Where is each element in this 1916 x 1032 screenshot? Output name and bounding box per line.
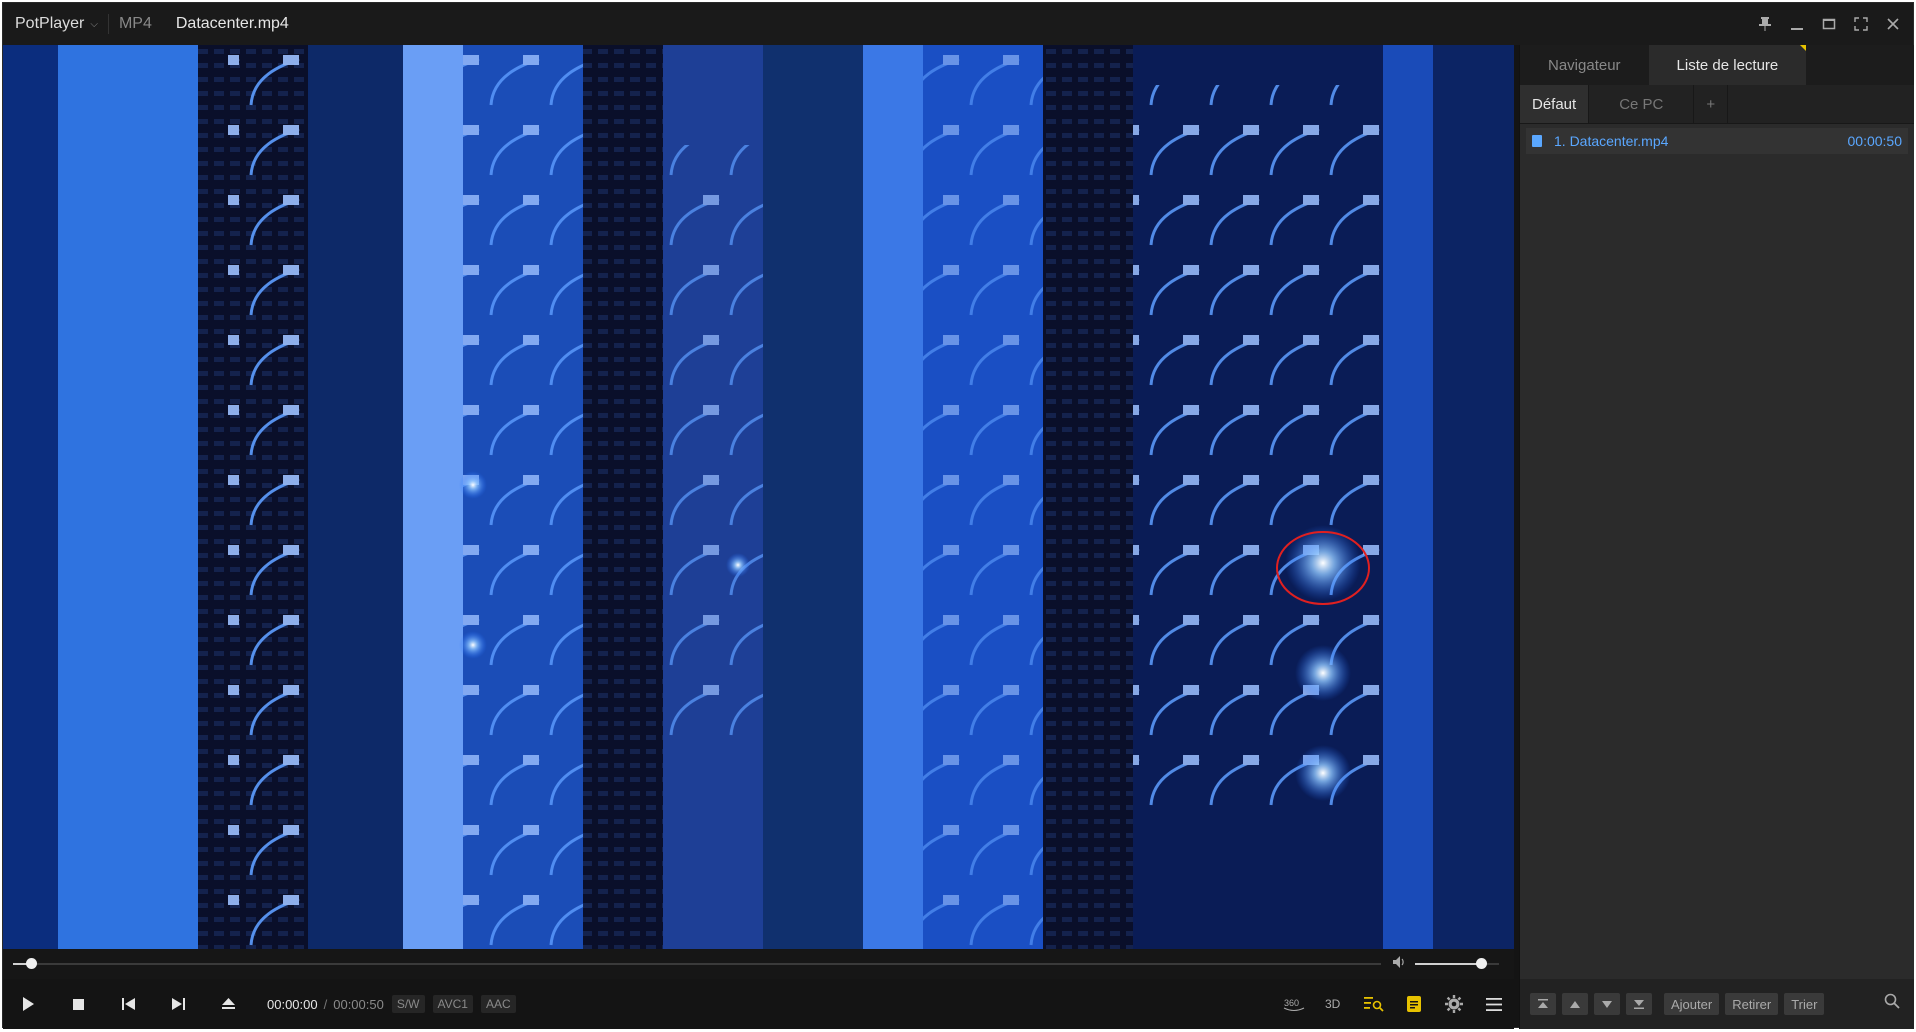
title-bar: PotPlayer ⌵ MP4 Datacenter.mp4 (3, 3, 1913, 45)
seek-handle[interactable] (25, 958, 37, 969)
volume-slider[interactable] (1415, 958, 1499, 969)
app-menu-button[interactable]: PotPlayer ⌵ (15, 15, 98, 33)
playlist-toolbar: Ajouter Retirer Trier (1520, 979, 1914, 1029)
move-up-icon[interactable] (1562, 993, 1588, 1015)
close-icon[interactable] (1883, 14, 1903, 34)
file-title: Datacenter.mp4 (175, 15, 289, 32)
format-label: MP4 (118, 15, 152, 32)
playlist-item[interactable]: 1. Datacenter.mp4 00:00:50 (1526, 128, 1908, 154)
ajouter-button[interactable]: Ajouter (1664, 993, 1720, 1015)
3d-icon[interactable]: 3D (1314, 979, 1354, 1029)
play-button[interactable] (3, 979, 53, 1029)
window-controls (1755, 3, 1903, 45)
move-down-icon[interactable] (1594, 993, 1620, 1015)
tab-navigateur[interactable]: Navigateur (1520, 45, 1649, 85)
stop-icon (72, 998, 84, 1010)
settings-gear-icon[interactable] (1434, 979, 1474, 1029)
move-bottom-icon[interactable] (1626, 993, 1652, 1015)
seek-bar-area (3, 949, 1514, 979)
volume-fill (1415, 963, 1481, 965)
app-name: PotPlayer (15, 15, 85, 32)
360-icon[interactable]: 360 (1274, 979, 1314, 1029)
volume-icon[interactable] (1393, 955, 1407, 971)
skip-forward-icon (171, 998, 185, 1010)
subtitle-icon[interactable] (1394, 979, 1434, 1029)
seek-bar[interactable] (13, 958, 1381, 969)
stop-button[interactable] (53, 979, 103, 1029)
video-frame[interactable] (3, 45, 1514, 949)
playlist-subtabs: Défaut Ce PC + (1520, 85, 1914, 124)
video-image (3, 45, 1514, 949)
move-top-icon[interactable] (1530, 993, 1556, 1015)
minimize-icon[interactable] (1787, 14, 1807, 34)
eject-icon (221, 998, 235, 1009)
search-icon[interactable] (1884, 993, 1900, 1014)
side-panel: Navigateur Liste de lecture Défaut Ce PC… (1519, 45, 1914, 1029)
panel-tabs: Navigateur Liste de lecture (1520, 45, 1914, 85)
time-display: 00:00:00 / 00:00:50 (267, 997, 384, 1012)
file-icon (1532, 135, 1542, 147)
divider (107, 14, 109, 34)
retirer-button[interactable]: Retirer (1725, 993, 1779, 1015)
menu-icon[interactable] (1474, 979, 1514, 1029)
pin-icon[interactable] (1755, 14, 1775, 34)
subtab-ce-pc[interactable]: Ce PC (1589, 85, 1695, 123)
svg-text:3D: 3D (1325, 997, 1341, 1011)
playlist-item-label: 1. Datacenter.mp4 (1554, 133, 1669, 149)
skip-back-icon (121, 998, 135, 1010)
subtab-defaut[interactable]: Défaut (1520, 85, 1590, 123)
fullscreen-icon[interactable] (1851, 14, 1871, 34)
chevron-down-icon: ⌵ (90, 18, 98, 30)
previous-button[interactable] (103, 979, 153, 1029)
volume-handle[interactable] (1475, 958, 1487, 969)
total-duration: 00:00:50 (333, 996, 384, 1012)
control-bar: 00:00:00 / 00:00:50 S/W AVC1 AAC 360 3D (3, 979, 1514, 1029)
maximize-icon[interactable] (1819, 14, 1839, 34)
playlist-item-duration: 00:00:50 (1847, 133, 1903, 149)
time-separator: / (323, 996, 328, 1012)
playlist-search-icon[interactable] (1354, 979, 1394, 1029)
next-button[interactable] (153, 979, 203, 1029)
svg-text:360: 360 (1284, 998, 1299, 1008)
play-icon (23, 997, 34, 1011)
add-playlist-tab-button[interactable]: + (1694, 85, 1729, 123)
right-controls: 360 3D (1274, 979, 1514, 1029)
current-time: 00:00:00 (267, 996, 318, 1012)
trier-button[interactable]: Trier (1784, 993, 1825, 1015)
tab-liste-de-lecture[interactable]: Liste de lecture (1648, 45, 1807, 85)
audio-codec-tag[interactable]: AAC (480, 995, 516, 1013)
eject-button[interactable] (203, 979, 253, 1029)
playlist: 1. Datacenter.mp4 00:00:50 (1520, 124, 1914, 154)
decoder-tag[interactable]: S/W (391, 995, 425, 1013)
video-codec-tag[interactable]: AVC1 (432, 995, 473, 1013)
potplayer-window: PotPlayer ⌵ MP4 Datacenter.mp4 00:00:00 … (2, 2, 1914, 1029)
